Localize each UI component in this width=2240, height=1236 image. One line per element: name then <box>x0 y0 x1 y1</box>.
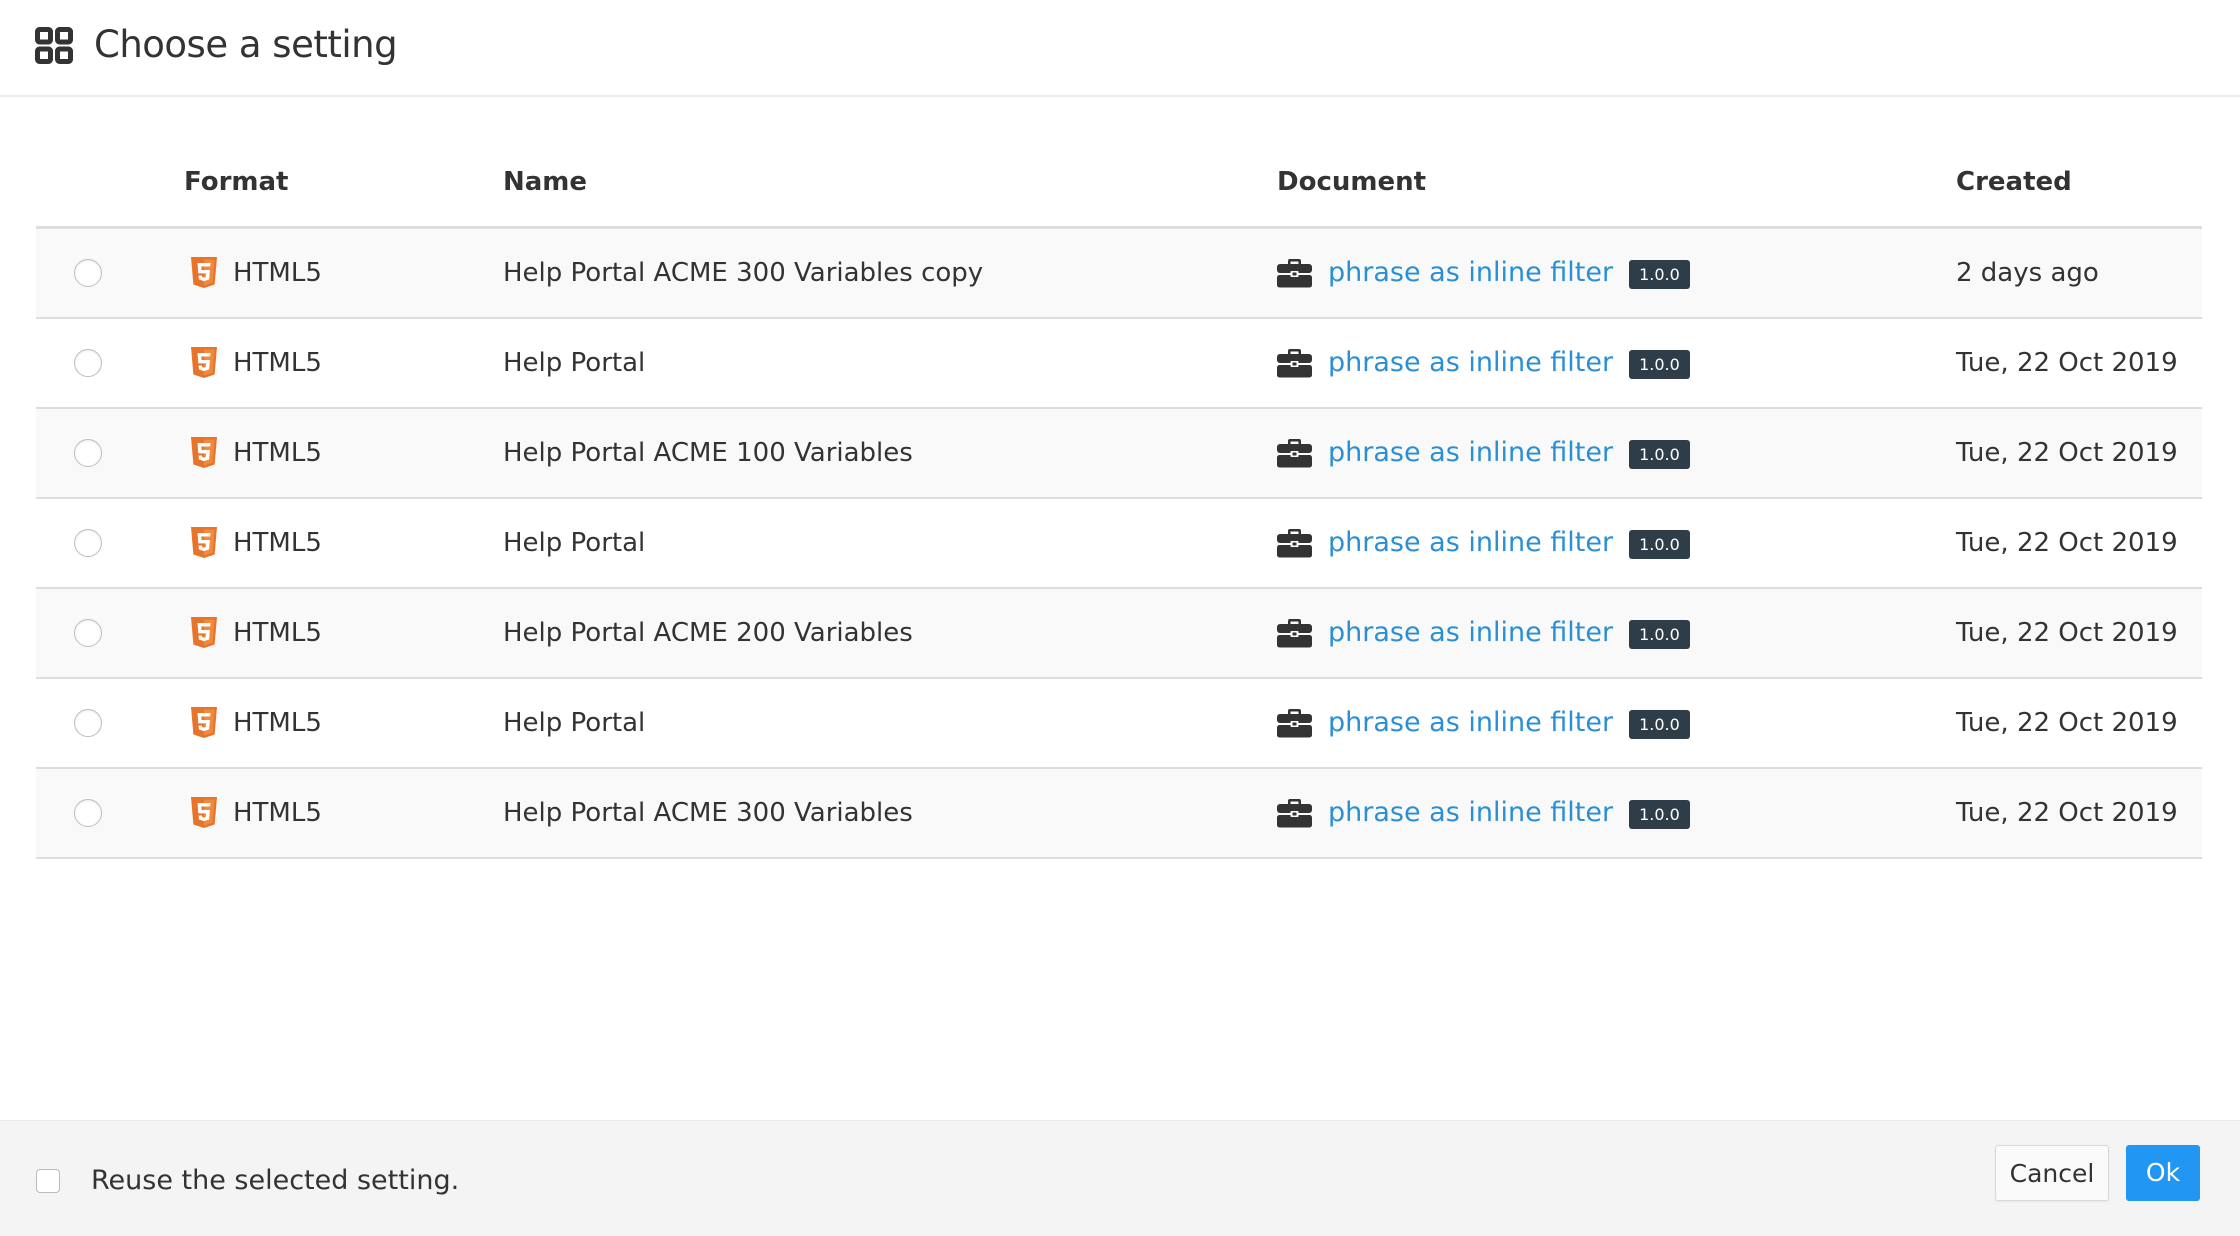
row-select-radio[interactable] <box>74 349 102 377</box>
version-badge: 1.0.0 <box>1629 530 1690 559</box>
version-badge: 1.0.0 <box>1629 440 1690 469</box>
html5-icon <box>191 617 217 648</box>
document-link[interactable]: phrase as inline filter <box>1328 256 1613 290</box>
briefcase-icon <box>1277 619 1312 648</box>
table-row[interactable]: HTML5 Help Portal ACME 300 Variables cop… <box>36 229 2202 319</box>
briefcase-icon <box>1277 529 1312 558</box>
setting-name: Help Portal <box>503 528 646 558</box>
html5-icon <box>191 347 217 378</box>
created-date: 2 days ago <box>1956 258 2099 288</box>
dialog-header: Choose a setting <box>0 0 2240 97</box>
created-date: Tue, 22 Oct 2019 <box>1956 798 2178 828</box>
table-row[interactable]: HTML5 Help Portal phrase as inline filte… <box>36 319 2202 409</box>
setting-name: Help Portal ACME 300 Variables <box>503 798 913 828</box>
table-row[interactable]: HTML5 Help Portal ACME 100 Variables phr… <box>36 409 2202 499</box>
format-label: HTML5 <box>233 618 322 648</box>
reuse-setting-checkbox[interactable] <box>36 1169 60 1193</box>
choose-setting-dialog: Choose a setting Format Name Document Cr… <box>0 0 2240 1236</box>
briefcase-icon <box>1277 709 1312 738</box>
row-select-radio[interactable] <box>74 799 102 827</box>
setting-name: Help Portal <box>503 348 646 378</box>
grid-icon <box>35 27 73 64</box>
version-badge: 1.0.0 <box>1629 800 1690 829</box>
version-badge: 1.0.0 <box>1629 620 1690 649</box>
column-header-document[interactable]: Document <box>1277 165 1426 199</box>
row-select-radio[interactable] <box>74 709 102 737</box>
setting-name: Help Portal ACME 200 Variables <box>503 618 913 648</box>
html5-icon <box>191 797 217 828</box>
row-select-radio[interactable] <box>74 619 102 647</box>
html5-icon <box>191 257 217 288</box>
format-label: HTML5 <box>233 348 322 378</box>
column-header-format[interactable]: Format <box>184 165 288 199</box>
row-select-radio[interactable] <box>74 529 102 557</box>
created-date: Tue, 22 Oct 2019 <box>1956 528 2178 558</box>
settings-table: Format Name Document Created HTML5 Help … <box>36 135 2202 859</box>
document-link[interactable]: phrase as inline filter <box>1328 796 1613 830</box>
html5-icon <box>191 437 217 468</box>
format-label: HTML5 <box>233 708 322 738</box>
version-badge: 1.0.0 <box>1629 710 1690 739</box>
cancel-button[interactable]: Cancel <box>1995 1145 2109 1201</box>
column-header-name[interactable]: Name <box>503 165 587 199</box>
document-link[interactable]: phrase as inline filter <box>1328 526 1613 560</box>
ok-button[interactable]: Ok <box>2126 1145 2200 1201</box>
version-badge: 1.0.0 <box>1629 260 1690 289</box>
row-select-radio[interactable] <box>74 439 102 467</box>
briefcase-icon <box>1277 349 1312 378</box>
html5-icon <box>191 707 217 738</box>
setting-name: Help Portal ACME 300 Variables copy <box>503 258 984 288</box>
table-row[interactable]: HTML5 Help Portal phrase as inline filte… <box>36 679 2202 769</box>
created-date: Tue, 22 Oct 2019 <box>1956 618 2178 648</box>
table-row[interactable]: HTML5 Help Portal phrase as inline filte… <box>36 499 2202 589</box>
setting-name: Help Portal <box>503 708 646 738</box>
table-row[interactable]: HTML5 Help Portal ACME 300 Variables phr… <box>36 769 2202 859</box>
document-link[interactable]: phrase as inline filter <box>1328 436 1613 470</box>
table-row[interactable]: HTML5 Help Portal ACME 200 Variables phr… <box>36 589 2202 679</box>
table-body: HTML5 Help Portal ACME 300 Variables cop… <box>36 229 2202 859</box>
format-label: HTML5 <box>233 528 322 558</box>
table-header: Format Name Document Created <box>36 135 2202 229</box>
reuse-setting-label[interactable]: Reuse the selected setting. <box>91 1163 459 1199</box>
format-label: HTML5 <box>233 798 322 828</box>
briefcase-icon <box>1277 439 1312 468</box>
row-select-radio[interactable] <box>74 259 102 287</box>
created-date: Tue, 22 Oct 2019 <box>1956 708 2178 738</box>
format-label: HTML5 <box>233 438 322 468</box>
format-label: HTML5 <box>233 258 322 288</box>
column-header-created[interactable]: Created <box>1956 165 2072 199</box>
document-link[interactable]: phrase as inline filter <box>1328 706 1613 740</box>
document-link[interactable]: phrase as inline filter <box>1328 616 1613 650</box>
setting-name: Help Portal ACME 100 Variables <box>503 438 913 468</box>
version-badge: 1.0.0 <box>1629 350 1690 379</box>
html5-icon <box>191 527 217 558</box>
dialog-footer: Reuse the selected setting. Cancel Ok <box>0 1120 2240 1236</box>
briefcase-icon <box>1277 259 1312 288</box>
created-date: Tue, 22 Oct 2019 <box>1956 438 2178 468</box>
document-link[interactable]: phrase as inline filter <box>1328 346 1613 380</box>
created-date: Tue, 22 Oct 2019 <box>1956 348 2178 378</box>
briefcase-icon <box>1277 799 1312 828</box>
dialog-title: Choose a setting <box>94 23 398 66</box>
